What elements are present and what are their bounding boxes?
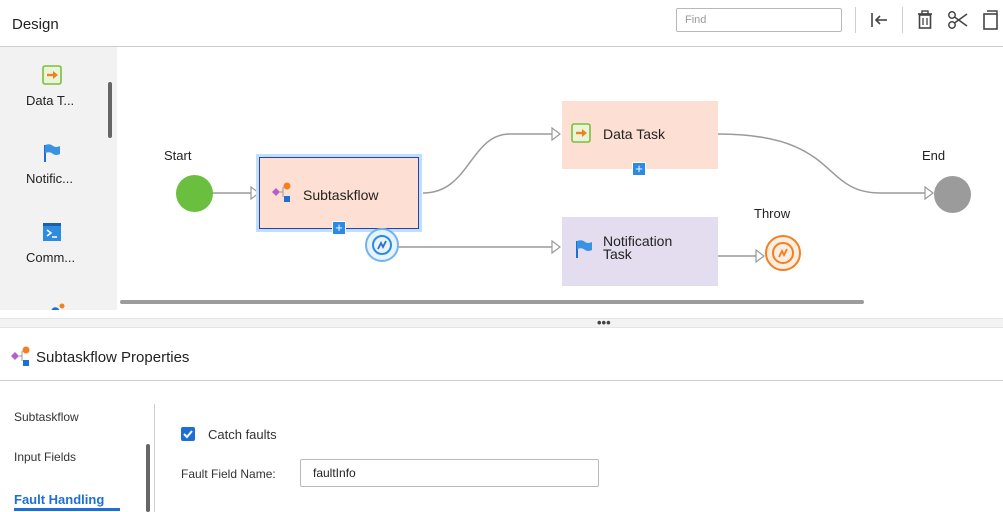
- notification-task-label: Notification Task: [603, 234, 672, 262]
- canvas-horizontal-scrollbar[interactable]: [120, 300, 864, 304]
- catch-faults-checkbox[interactable]: [181, 427, 195, 441]
- properties-title: Subtaskflow Properties: [36, 349, 190, 366]
- lightning-icon: [377, 240, 387, 250]
- end-label: End: [922, 148, 946, 163]
- panel-splitter[interactable]: [0, 318, 1003, 328]
- end-node[interactable]: [934, 176, 971, 213]
- properties-divider: [0, 380, 1003, 381]
- flag-icon: [574, 239, 594, 259]
- copy-icon[interactable]: [980, 8, 1000, 32]
- toolbar-divider: [902, 7, 903, 33]
- throw-node[interactable]: [765, 235, 801, 271]
- check-icon: [183, 430, 193, 439]
- find-input[interactable]: [676, 8, 842, 32]
- tab-input-fields[interactable]: Input Fields: [14, 450, 76, 464]
- lightning-icon: [778, 248, 788, 258]
- fault-field-name-input[interactable]: [300, 459, 599, 487]
- toolbar-divider: [855, 7, 856, 33]
- start-node[interactable]: [176, 175, 213, 212]
- active-tab-indicator: [14, 508, 120, 511]
- page-title: Design: [12, 16, 59, 33]
- data-task-label: Data Task: [603, 126, 665, 142]
- properties-tab-divider: [154, 404, 155, 512]
- trash-icon[interactable]: [913, 8, 937, 32]
- fault-boundary-event[interactable]: [365, 228, 399, 262]
- properties-scrollbar[interactable]: [146, 444, 150, 512]
- notification-label-line2: Task: [603, 246, 632, 262]
- data-task-icon: [571, 123, 591, 143]
- notification-task-node[interactable]: Notification Task: [562, 217, 718, 286]
- expand-plus-icon[interactable]: +: [332, 221, 346, 235]
- data-task-node[interactable]: Data Task +: [562, 101, 718, 176]
- throw-label: Throw: [754, 206, 791, 221]
- start-label: Start: [164, 148, 192, 163]
- expand-plus-icon[interactable]: +: [632, 162, 646, 176]
- subtaskflow-icon: [271, 181, 295, 205]
- subtaskflow-label: Subtaskflow: [303, 187, 379, 203]
- tab-fault-handling[interactable]: Fault Handling: [14, 492, 104, 507]
- tab-subtaskflow[interactable]: Subtaskflow: [14, 410, 79, 424]
- subtaskflow-node[interactable]: Subtaskflow +: [256, 154, 422, 235]
- catch-faults-label: Catch faults: [208, 427, 277, 442]
- splitter-handle-icon[interactable]: •••: [597, 316, 611, 329]
- collapse-left-icon[interactable]: [867, 8, 891, 32]
- flow-connectors: [212, 126, 934, 264]
- subtaskflow-icon: [10, 344, 34, 368]
- fault-field-name-label: Fault Field Name:: [181, 467, 276, 481]
- scissors-icon[interactable]: [946, 8, 970, 32]
